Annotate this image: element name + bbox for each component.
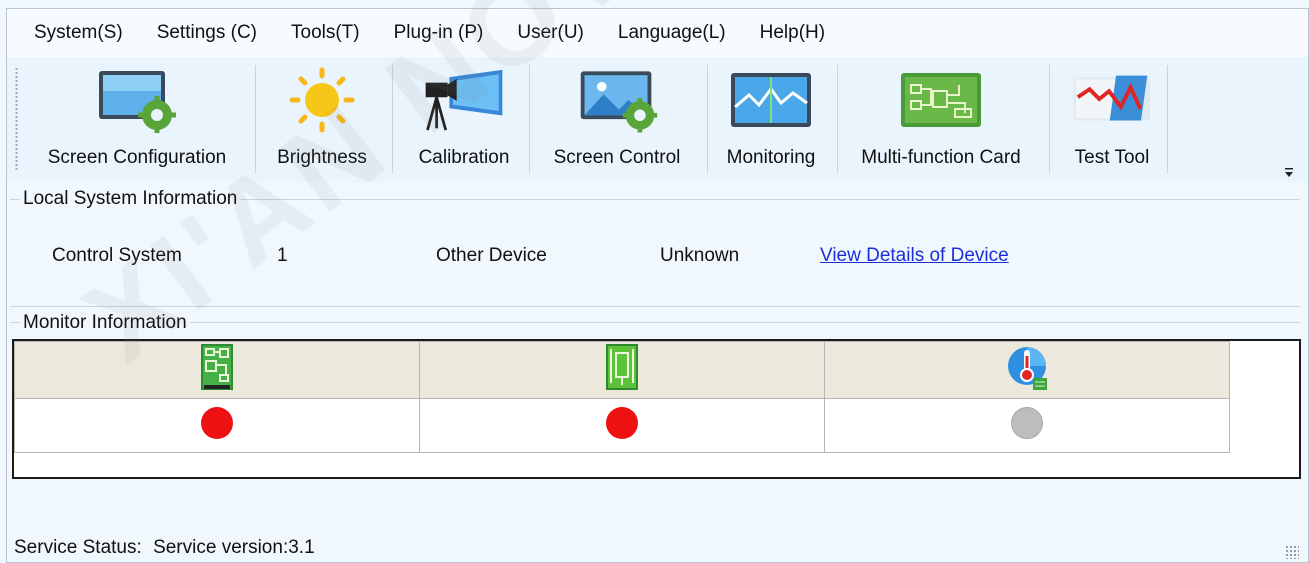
brightness-sun-icon <box>280 65 364 135</box>
tool-label: Brightness <box>277 147 367 168</box>
test-tool-button[interactable]: Test Tool <box>1057 65 1167 177</box>
resize-grip-icon[interactable] <box>1285 545 1299 559</box>
toolbar-separator <box>1167 65 1168 173</box>
tool-label: Screen Configuration <box>47 147 227 168</box>
screen-control-icon <box>575 65 659 135</box>
toolbar-separator <box>255 65 256 173</box>
menu-help[interactable]: Help(H) <box>760 22 825 44</box>
temperature-icon <box>1008 347 1047 390</box>
menu-language[interactable]: Language(L) <box>618 22 726 44</box>
status-indicator-error <box>201 406 233 439</box>
monitor-info-title: Monitor Information <box>20 312 190 334</box>
menu-bar: System(S) Settings (C) Tools(T) Plug-in … <box>7 9 1308 57</box>
screen-configuration-button[interactable]: Screen Configuration <box>31 65 243 177</box>
toolbar: Screen Configuration Brightness Calibrat… <box>7 57 1308 182</box>
test-tool-icon <box>1070 65 1154 135</box>
tool-label: Test Tool <box>1074 147 1150 168</box>
status-indicator-unknown <box>1011 406 1043 439</box>
monitor-grid <box>12 339 1301 479</box>
screen-configuration-icon <box>95 65 179 135</box>
menu-user[interactable]: User(U) <box>517 22 584 44</box>
menu-tools[interactable]: Tools(T) <box>291 22 360 44</box>
monitor-status-row <box>14 398 1230 453</box>
status-cell <box>14 398 420 453</box>
brightness-button[interactable]: Brightness <box>263 65 381 177</box>
header-cell <box>14 341 420 399</box>
toolbar-overflow-button[interactable] <box>1284 167 1294 179</box>
calibration-camera-icon <box>422 65 506 135</box>
status-bar: Service Status: Service version:3.1 <box>14 537 315 559</box>
other-device-value: Unknown <box>660 245 740 266</box>
service-status-label: Service Status: <box>14 537 142 558</box>
screen-control-button[interactable]: Screen Control <box>537 65 697 177</box>
monitoring-button[interactable]: Monitoring <box>715 65 827 177</box>
status-indicator-error <box>606 406 638 439</box>
multi-function-card-button[interactable]: Multi-function Card <box>843 65 1039 177</box>
menu-plugin[interactable]: Plug-in (P) <box>394 22 484 44</box>
monitoring-icon <box>729 65 813 135</box>
tool-label: Multi-function Card <box>861 147 1021 168</box>
toolbar-separator <box>392 65 393 173</box>
menu-system[interactable]: System(S) <box>34 22 123 44</box>
overflow-arrow-icon <box>1285 168 1293 177</box>
group-border <box>10 322 1300 323</box>
toolbar-separator <box>529 65 530 173</box>
receiving-card-icon <box>606 344 638 390</box>
toolbar-separator <box>707 65 708 173</box>
control-system-value: 1 <box>277 245 288 266</box>
toolbar-separator <box>1049 65 1050 173</box>
tool-label: Screen Control <box>553 147 681 168</box>
status-cell <box>824 398 1230 453</box>
menu-settings[interactable]: Settings (C) <box>157 22 257 44</box>
tool-label: Monitoring <box>726 147 816 168</box>
toolbar-grip[interactable] <box>15 67 18 171</box>
local-system-info-title: Local System Information <box>20 188 241 210</box>
control-system-label: Control System <box>52 245 182 266</box>
other-device-label: Other Device <box>436 245 547 266</box>
status-cell <box>419 398 825 453</box>
toolbar-separator <box>837 65 838 173</box>
header-cell <box>824 341 1230 399</box>
sending-card-icon <box>201 344 233 390</box>
multi-function-card-icon <box>899 65 983 135</box>
tool-label: Calibration <box>418 147 510 168</box>
group-divider <box>10 306 1300 307</box>
view-device-details-link[interactable]: View Details of Device <box>820 245 1009 267</box>
service-version: Service version:3.1 <box>153 537 315 558</box>
calibration-button[interactable]: Calibration <box>399 65 529 177</box>
monitor-header-row <box>14 341 1230 399</box>
header-cell <box>419 341 825 399</box>
